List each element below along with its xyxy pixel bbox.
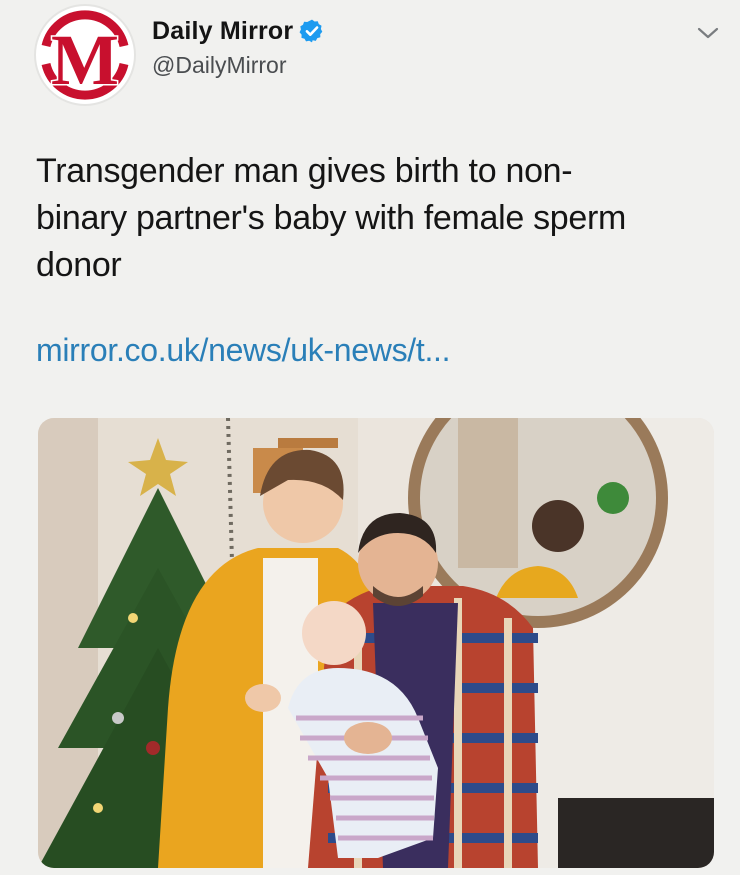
avatar[interactable]: M (34, 4, 136, 106)
avatar-letter: M (51, 20, 119, 100)
daily-mirror-logo: M (41, 10, 129, 102)
display-name-row: Daily Mirror (152, 16, 325, 46)
tweet-text-line: binary partner's baby with female sperm (36, 199, 627, 237)
verified-badge-icon (299, 19, 323, 43)
account-handle[interactable]: @DailyMirror (152, 52, 325, 79)
family-photo-illustration (38, 418, 714, 868)
tweet-card: M Daily Mirror @DailyMirror Transgender … (0, 0, 740, 875)
tweet-photo[interactable] (38, 418, 714, 868)
author-block: Daily Mirror @DailyMirror (152, 16, 325, 79)
tweet-text-line: donor (36, 246, 122, 284)
display-name[interactable]: Daily Mirror (152, 17, 293, 46)
chevron-down-icon[interactable] (696, 24, 720, 42)
tweet-text: Transgender man gives birth to non- bina… (36, 148, 726, 289)
article-link[interactable]: mirror.co.uk/news/uk-news/t... (36, 332, 451, 369)
tweet-text-line: Transgender man gives birth to non- (36, 152, 573, 190)
